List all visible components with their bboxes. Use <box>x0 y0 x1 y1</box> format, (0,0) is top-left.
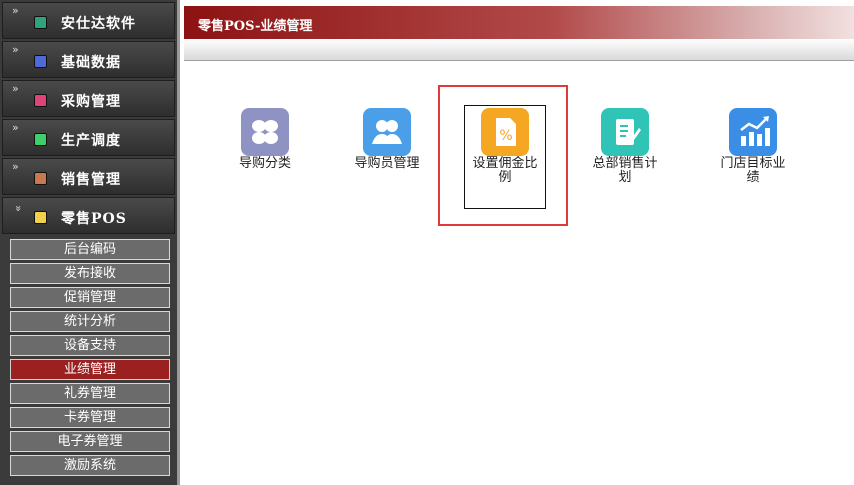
submenu-item-gift-voucher[interactable]: 礼券管理 <box>10 383 170 404</box>
sidebar-category-label: 安仕达软件 <box>61 16 136 32</box>
app-guide-staff[interactable]: 导购员管理 <box>347 108 427 171</box>
page-title: 零售POS-业绩管理 <box>198 19 313 34</box>
submenu-item-statistics[interactable]: 统计分析 <box>10 311 170 332</box>
sidebar-category-ansida[interactable]: » 安仕达软件 <box>2 2 175 39</box>
app-hq-sales-plan[interactable]: 总部销售计划 <box>585 108 665 185</box>
bar-chart-icon <box>729 108 777 156</box>
submenu-item-performance[interactable]: 业绩管理 <box>10 359 170 380</box>
submenu-item-e-voucher[interactable]: 电子券管理 <box>10 431 170 452</box>
sidebar-category-sales[interactable]: » 销售管理 <box>2 158 175 195</box>
chevron-right-icon: » <box>12 43 19 56</box>
chevron-right-icon: » <box>12 160 19 173</box>
chevron-down-icon: » <box>11 205 25 212</box>
app-label: 门店目标业绩 <box>720 156 786 185</box>
sidebar-category-label: 销售管理 <box>61 172 121 188</box>
sidebar-category-label: 生产调度 <box>61 133 121 149</box>
app-store-target[interactable]: 门店目标业绩 <box>713 108 793 185</box>
sidebar-category-production[interactable]: » 生产调度 <box>2 119 175 156</box>
category-icon <box>34 16 47 29</box>
app-label: 导购员管理 <box>354 156 420 171</box>
people-icon <box>363 108 411 156</box>
notebook-pen-icon <box>601 108 649 156</box>
sidebar: » 安仕达软件 » 基础数据 » 采购管理 » 生产调度 » 销售管理 » 零售… <box>0 0 180 485</box>
selection-box <box>464 105 546 209</box>
sidebar-category-basic-data[interactable]: » 基础数据 <box>2 41 175 78</box>
submenu-item-card-voucher[interactable]: 卡券管理 <box>10 407 170 428</box>
sidebar-category-label: 基础数据 <box>61 55 121 71</box>
chevron-right-icon: » <box>12 82 19 95</box>
category-icon <box>34 211 47 224</box>
chevron-right-icon: » <box>12 121 19 134</box>
submenu-item-publish-receive[interactable]: 发布接收 <box>10 263 170 284</box>
sidebar-category-label: 零售POS <box>61 211 127 227</box>
four-petal-icon <box>241 108 289 156</box>
chevron-right-icon: » <box>12 4 19 17</box>
sidebar-category-retail-pos[interactable]: » 零售POS <box>2 197 175 234</box>
category-icon <box>34 172 47 185</box>
category-icon <box>34 94 47 107</box>
submenu-item-device-support[interactable]: 设备支持 <box>10 335 170 356</box>
sidebar-category-label: 采购管理 <box>61 94 121 110</box>
page-header: 零售POS-业绩管理 <box>184 6 854 39</box>
app-label: 总部销售计划 <box>592 156 658 185</box>
sidebar-category-purchasing[interactable]: » 采购管理 <box>2 80 175 117</box>
submenu-item-backend-coding[interactable]: 后台编码 <box>10 239 170 260</box>
submenu-item-incentive[interactable]: 激励系统 <box>10 455 170 476</box>
category-icon <box>34 55 47 68</box>
submenu: 后台编码 发布接收 促销管理 统计分析 设备支持 业绩管理 礼券管理 卡券管理 … <box>0 234 177 476</box>
app-guide-category[interactable]: 导购分类 <box>225 108 305 171</box>
category-icon <box>34 133 47 146</box>
app-label: 导购分类 <box>238 156 291 171</box>
submenu-item-promotion[interactable]: 促销管理 <box>10 287 170 308</box>
toolbar <box>184 39 854 61</box>
